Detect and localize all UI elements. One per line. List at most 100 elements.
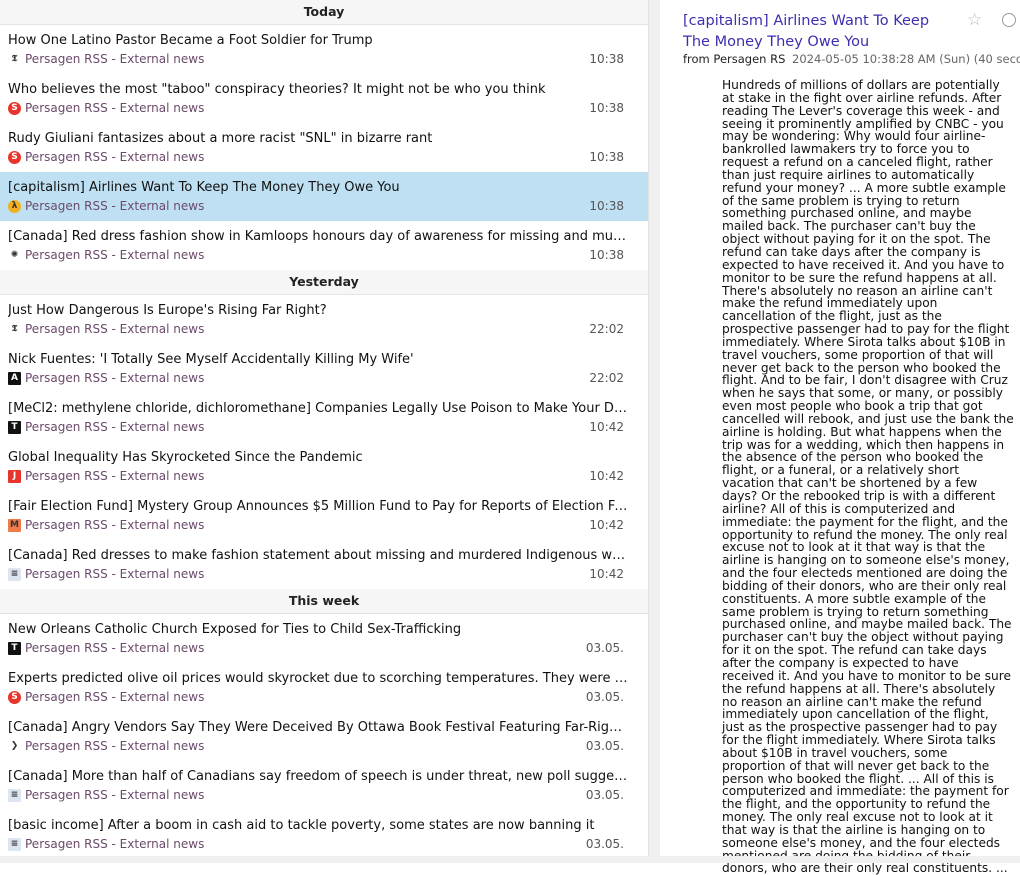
item-source: Persagen RSS - External news [25, 739, 205, 753]
article-title[interactable]: [capitalism] Airlines Want To Keep The M… [683, 11, 953, 53]
jacobin-icon: J [8, 469, 21, 483]
item-title: [basic income] After a boom in cash aid … [8, 818, 595, 833]
item-meta: ≡ Persagen RSS - External news [8, 788, 204, 802]
star-icon[interactable]: ☆ [967, 10, 982, 30]
item-source: Persagen RSS - External news [25, 101, 205, 115]
article-date: 2024-05-05 10:38:28 AM (Sun) (40 seconds… [792, 52, 1020, 66]
item-source: Persagen RSS - External news [25, 837, 205, 851]
list-item[interactable]: Rudy Giuliani fantasizes about a more ra… [0, 123, 648, 172]
item-source: Persagen RSS - External news [25, 690, 205, 704]
tnr-icon: T [8, 641, 21, 655]
item-title: [MeCl2: methylene chloride, dichlorometh… [8, 401, 628, 416]
item-source: Persagen RSS - External news [25, 469, 205, 483]
item-meta: ✺ Persagen RSS - External news [8, 248, 204, 262]
cbc-icon: ✺ [8, 248, 21, 262]
item-title: Experts predicted olive oil prices would… [8, 671, 628, 686]
item-time: 10:42 [589, 518, 624, 532]
bottom-toolbar [0, 856, 1020, 863]
item-time: 03.05. [585, 788, 624, 802]
item-time: 03.05. [585, 690, 624, 704]
item-title: [capitalism] Airlines Want To Keep The M… [8, 180, 400, 195]
list-item[interactable]: [MeCl2: methylene chloride, dichlorometh… [0, 393, 648, 442]
pane-divider[interactable] [648, 0, 660, 863]
group-header: This week [0, 589, 648, 614]
item-time: 10:38 [589, 150, 624, 164]
item-meta: S Persagen RSS - External news [8, 150, 204, 164]
item-source: Persagen RSS - External news [25, 52, 205, 66]
item-time: 10:38 [589, 52, 624, 66]
item-time: 10:38 [589, 199, 624, 213]
list-item[interactable]: [Fair Election Fund] Mystery Group Annou… [0, 491, 648, 540]
nyt-icon: 𝕿 [8, 52, 21, 66]
salon-icon: S [8, 690, 21, 704]
item-title: [Canada] More than half of Canadians say… [8, 769, 628, 784]
motherjones-icon: M [8, 518, 21, 532]
list-item[interactable]: [Canada] Angry Vendors Say They Were Dec… [0, 712, 648, 761]
item-time: 22:02 [589, 371, 624, 385]
item-meta: A Persagen RSS - External news [8, 371, 204, 385]
item-source: Persagen RSS - External news [25, 248, 205, 262]
item-meta: S Persagen RSS - External news [8, 690, 204, 704]
item-meta: 𝕿 Persagen RSS - External news [8, 52, 204, 66]
item-title: [Fair Election Fund] Mystery Group Annou… [8, 499, 628, 514]
read-status-icon[interactable] [1002, 13, 1016, 27]
list-item[interactable]: Global Inequality Has Skyrocketed Since … [0, 442, 648, 491]
item-meta: ≡ Persagen RSS - External news [8, 837, 204, 851]
item-source: Persagen RSS - External news [25, 199, 205, 213]
item-source: Persagen RSS - External news [25, 420, 205, 434]
article-body: Hundreds of millions of dollars are pote… [722, 78, 1014, 875]
list-item[interactable]: How One Latino Pastor Became a Foot Sold… [0, 25, 648, 74]
list-item[interactable]: Just How Dangerous Is Europe's Rising Fa… [0, 295, 648, 344]
item-meta: S Persagen RSS - External news [8, 101, 204, 115]
item-title: Rudy Giuliani fantasizes about a more ra… [8, 131, 433, 146]
item-source: Persagen RSS - External news [25, 567, 205, 581]
article-list: Today How One Latino Pastor Became a Foot… [0, 0, 648, 863]
item-title: Just How Dangerous Is Europe's Rising Fa… [8, 303, 327, 318]
list-item[interactable]: [capitalism] Airlines Want To Keep The M… [0, 172, 648, 221]
item-source: Persagen RSS - External news [25, 518, 205, 532]
item-meta: ❯ Persagen RSS - External news [8, 739, 204, 753]
item-source: Persagen RSS - External news [25, 641, 205, 655]
nyt-icon: 𝕿 [8, 322, 21, 336]
item-title: Who believes the most "taboo" conspiracy… [8, 82, 546, 97]
item-title: [Canada] Angry Vendors Say They Were Dec… [8, 720, 628, 735]
arrow-icon: ❯ [8, 739, 21, 753]
item-source: Persagen RSS - External news [25, 788, 205, 802]
list-item[interactable]: Nick Fuentes: 'I Totally See Myself Acci… [0, 344, 648, 393]
item-title: New Orleans Catholic Church Exposed for … [8, 622, 462, 637]
item-time: 03.05. [585, 837, 624, 851]
article-reader: [capitalism] Airlines Want To Keep The M… [660, 0, 1020, 875]
item-source: Persagen RSS - External news [25, 150, 205, 164]
item-time: 10:42 [589, 420, 624, 434]
list-item[interactable]: New Orleans Catholic Church Exposed for … [0, 614, 648, 663]
item-time: 10:42 [589, 469, 624, 483]
item-time: 10:38 [589, 101, 624, 115]
list-item[interactable]: [Canada] Red dress fashion show in Kamlo… [0, 221, 648, 270]
item-meta: 𝕿 Persagen RSS - External news [8, 322, 204, 336]
news-icon: ≡ [8, 837, 21, 851]
salon-icon: S [8, 150, 21, 164]
list-item[interactable]: [basic income] After a boom in cash aid … [0, 810, 648, 859]
list-item[interactable]: Who believes the most "taboo" conspiracy… [0, 74, 648, 123]
item-meta: T Persagen RSS - External news [8, 420, 204, 434]
item-title: [Canada] Red dresses to make fashion sta… [8, 548, 628, 563]
atlantic-icon: A [8, 371, 21, 385]
group-header: Yesterday [0, 270, 648, 295]
article-source: from Persagen RS [683, 52, 786, 66]
item-title: How One Latino Pastor Became a Foot Sold… [8, 33, 373, 48]
item-time: 10:38 [589, 248, 624, 262]
item-meta: T Persagen RSS - External news [8, 641, 204, 655]
list-item[interactable]: Experts predicted olive oil prices would… [0, 663, 648, 712]
lever-icon: λ [8, 199, 21, 213]
item-time: 22:02 [589, 322, 624, 336]
item-time: 10:42 [589, 567, 624, 581]
item-meta: J Persagen RSS - External news [8, 469, 204, 483]
list-item[interactable]: [Canada] Red dresses to make fashion sta… [0, 540, 648, 589]
tnr-icon: T [8, 420, 21, 434]
item-title: Global Inequality Has Skyrocketed Since … [8, 450, 363, 465]
news-icon: ≡ [8, 788, 21, 802]
salon-icon: S [8, 101, 21, 115]
list-item[interactable]: [Canada] More than half of Canadians say… [0, 761, 648, 810]
news-icon: ≡ [8, 567, 21, 581]
item-source: Persagen RSS - External news [25, 322, 205, 336]
